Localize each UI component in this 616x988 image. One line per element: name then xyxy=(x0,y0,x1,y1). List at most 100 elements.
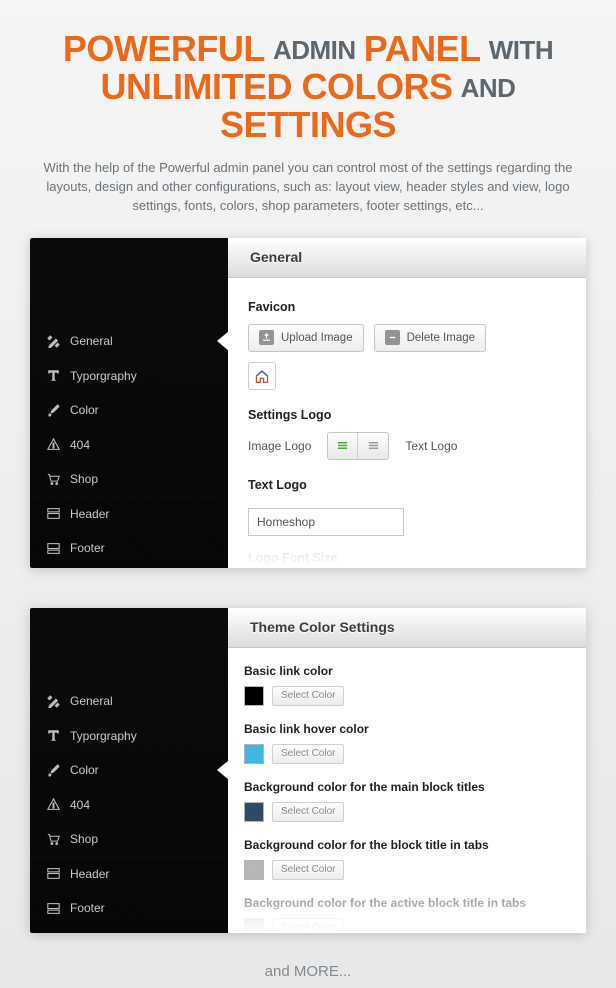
color-setting-row: Background color for the active block ti… xyxy=(244,896,570,933)
sidebar-item-label: Shop xyxy=(70,832,98,846)
brush-icon xyxy=(44,404,62,417)
sidebar-item-label: Header xyxy=(70,867,109,881)
button-label: Delete Image xyxy=(407,332,475,344)
color-setting-row: Basic link hover color Select Color xyxy=(244,722,570,764)
headline-part: SETTINGS xyxy=(220,104,396,145)
headline: POWERFUL ADMIN PANEL WITH UNLIMITED COLO… xyxy=(0,0,616,153)
color-setting-row: Background color for the block title in … xyxy=(244,838,570,880)
color-label: Basic link color xyxy=(244,664,570,678)
headline-part: UNLIMITED COLORS xyxy=(101,66,453,107)
logo-font-size-label: Logo Font Size xyxy=(248,551,338,565)
color-swatch[interactable] xyxy=(244,860,264,880)
sidebar-item-header[interactable]: Header xyxy=(30,496,228,531)
headline-part: WITH xyxy=(489,35,553,65)
select-color-button[interactable]: Select Color xyxy=(272,918,344,933)
admin-panel-color: General Typorgraphy Color 404 Shop Heade… xyxy=(30,608,586,933)
text-logo-label: Text Logo xyxy=(405,439,457,453)
headline-part: AND xyxy=(461,73,516,103)
sidebar-item-header[interactable]: Header xyxy=(30,856,228,891)
sidebar-item-label: General xyxy=(70,694,113,708)
sidebar-item-label: Typorgraphy xyxy=(70,369,137,383)
content-title: Theme Color Settings xyxy=(250,619,395,635)
favicon-label: Favicon xyxy=(248,300,566,314)
sidebar-item-shop[interactable]: Shop xyxy=(30,822,228,857)
upload-image-button[interactable]: Upload Image xyxy=(248,324,364,352)
layout-icon xyxy=(44,542,62,555)
sidebar-item-404[interactable]: 404 xyxy=(30,787,228,822)
sidebar-item-404[interactable]: 404 xyxy=(30,427,228,462)
type-icon xyxy=(44,729,62,742)
cart-icon xyxy=(44,833,62,846)
sidebar-item-color[interactable]: Color xyxy=(30,753,228,788)
headline-part: POWERFUL xyxy=(63,28,265,69)
headline-part: PANEL xyxy=(364,28,481,69)
type-icon xyxy=(44,369,62,382)
content-header: General xyxy=(228,238,586,278)
content-area: Theme Color Settings Basic link color Se… xyxy=(228,608,586,933)
delete-image-button[interactable]: Delete Image xyxy=(374,324,486,352)
favicon-preview xyxy=(248,362,276,390)
content-title: General xyxy=(250,249,302,265)
sidebar-item-label: Color xyxy=(70,763,99,777)
sidebar-item-typography[interactable]: Typorgraphy xyxy=(30,718,228,753)
admin-sidebar: General Typorgraphy Color 404 Shop Heade… xyxy=(30,608,228,933)
color-swatch[interactable] xyxy=(244,918,264,933)
color-setting-row: Background color for the main block titl… xyxy=(244,780,570,822)
delete-icon xyxy=(385,330,400,345)
warning-icon xyxy=(44,798,62,811)
content-area: General Favicon Upload Image Delete Imag… xyxy=(228,238,586,568)
sidebar-item-footer[interactable]: Footer xyxy=(30,891,228,926)
logo-mode-toggle xyxy=(327,432,389,460)
home-icon xyxy=(254,368,270,384)
sidebar-item-label: Header xyxy=(70,507,109,521)
select-color-button[interactable]: Select Color xyxy=(272,686,344,706)
sidebar-item-label: Typorgraphy xyxy=(70,729,137,743)
sidebar-item-label: Color xyxy=(70,403,99,417)
sidebar-item-shop[interactable]: Shop xyxy=(30,462,228,497)
layout-icon xyxy=(44,902,62,915)
settings-logo-label: Settings Logo xyxy=(248,408,566,422)
color-label: Background color for the main block titl… xyxy=(244,780,570,794)
layout-icon xyxy=(44,507,62,520)
tools-icon xyxy=(44,695,62,708)
admin-sidebar: General Typorgraphy Color 404 Shop xyxy=(30,238,228,568)
sidebar-item-footer[interactable]: Footer xyxy=(30,531,228,566)
layout-icon xyxy=(44,867,62,880)
select-color-button[interactable]: Select Color xyxy=(272,860,344,880)
text-logo-input[interactable] xyxy=(248,508,404,536)
color-label: Background color for the active block ti… xyxy=(244,896,570,910)
select-color-button[interactable]: Select Color xyxy=(272,744,344,764)
color-setting-row: Basic link color Select Color xyxy=(244,664,570,706)
color-swatch[interactable] xyxy=(244,744,264,764)
image-mode-icon xyxy=(336,439,349,452)
content-header: Theme Color Settings xyxy=(228,608,586,648)
color-swatch[interactable] xyxy=(244,802,264,822)
content-body: Basic link color Select Color Basic link… xyxy=(228,648,586,933)
color-swatch[interactable] xyxy=(244,686,264,706)
sidebar-item-general[interactable]: General xyxy=(30,324,228,359)
headline-part: ADMIN xyxy=(273,35,356,65)
upload-icon xyxy=(259,330,274,345)
brush-icon xyxy=(44,764,62,777)
sidebar-item-general[interactable]: General xyxy=(30,684,228,719)
sidebar-item-typography[interactable]: Typorgraphy xyxy=(30,358,228,393)
sidebar-item-label: 404 xyxy=(70,438,90,452)
sidebar-item-label: 404 xyxy=(70,798,90,812)
text-logo-toggle[interactable] xyxy=(358,433,388,459)
color-label: Basic link hover color xyxy=(244,722,570,736)
sidebar-item-label: General xyxy=(70,334,113,348)
text-mode-icon xyxy=(367,439,380,452)
warning-icon xyxy=(44,438,62,451)
sidebar-item-label: Footer xyxy=(70,901,105,915)
sidebar-item-label: Shop xyxy=(70,472,98,486)
tools-icon xyxy=(44,335,62,348)
button-label: Upload Image xyxy=(281,332,353,344)
select-color-button[interactable]: Select Color xyxy=(272,802,344,822)
text-logo-heading: Text Logo xyxy=(248,478,566,492)
cart-icon xyxy=(44,473,62,486)
sidebar-item-color[interactable]: Color xyxy=(30,393,228,428)
admin-panel-general: General Typorgraphy Color 404 Shop xyxy=(30,238,586,568)
image-logo-toggle[interactable] xyxy=(328,433,358,459)
image-logo-label: Image Logo xyxy=(248,439,311,453)
content-body: Favicon Upload Image Delete Image Settin… xyxy=(228,278,586,558)
